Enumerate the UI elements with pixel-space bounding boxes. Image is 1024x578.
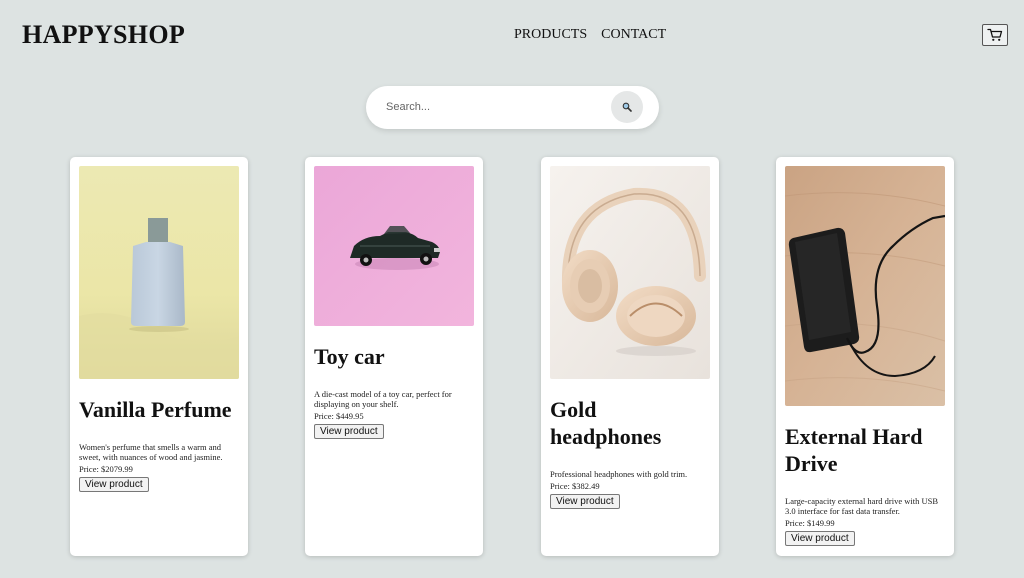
product-price: Price: $149.99 xyxy=(785,518,835,528)
search-button[interactable] xyxy=(611,91,643,123)
product-card: External Hard Drive Large-capacity exter… xyxy=(776,157,954,556)
product-price: Price: $449.95 xyxy=(314,411,364,421)
view-product-button[interactable]: View product xyxy=(550,494,620,509)
product-card: Vanilla Perfume Women's perfume that sme… xyxy=(70,157,248,556)
product-description: Women's perfume that smells a warm and s… xyxy=(79,442,223,462)
product-image-headphones[interactable] xyxy=(550,166,710,379)
product-price: Price: $382.49 xyxy=(550,481,600,491)
product-name: Gold headphones xyxy=(550,397,662,449)
main-nav: PRODUCTS CONTACT xyxy=(514,27,666,43)
product-name: Vanilla Perfume xyxy=(79,397,232,422)
shopping-cart-icon xyxy=(987,28,1003,41)
product-description: Large-capacity external hard drive with … xyxy=(785,496,939,516)
magnifier-icon xyxy=(622,102,632,112)
view-product-button[interactable]: View product xyxy=(314,424,384,439)
nav-contact[interactable]: CONTACT xyxy=(601,27,666,43)
product-name: External Hard Drive xyxy=(785,424,923,476)
product-description: Professional headphones with gold trim. xyxy=(550,469,688,479)
product-image-perfume[interactable] xyxy=(79,166,239,379)
cart-button[interactable] xyxy=(982,24,1008,46)
product-description: A die-cast model of a toy car, perfect f… xyxy=(314,389,452,409)
product-card: Gold headphones Professional headphones … xyxy=(541,157,719,556)
search-input[interactable] xyxy=(386,97,606,117)
view-product-button[interactable]: View product xyxy=(79,477,149,492)
view-product-button[interactable]: View product xyxy=(785,531,855,546)
product-image-toy-car[interactable] xyxy=(314,166,474,326)
nav-products[interactable]: PRODUCTS xyxy=(514,27,587,43)
search-bar xyxy=(366,86,659,129)
brand-logo[interactable]: HAPPYSHOP xyxy=(22,20,185,50)
product-name: Toy car xyxy=(314,344,385,369)
product-card: Toy car A die-cast model of a toy car, p… xyxy=(305,157,483,556)
product-price: Price: $2079.99 xyxy=(79,464,133,474)
product-image-hard-drive[interactable] xyxy=(785,166,945,406)
